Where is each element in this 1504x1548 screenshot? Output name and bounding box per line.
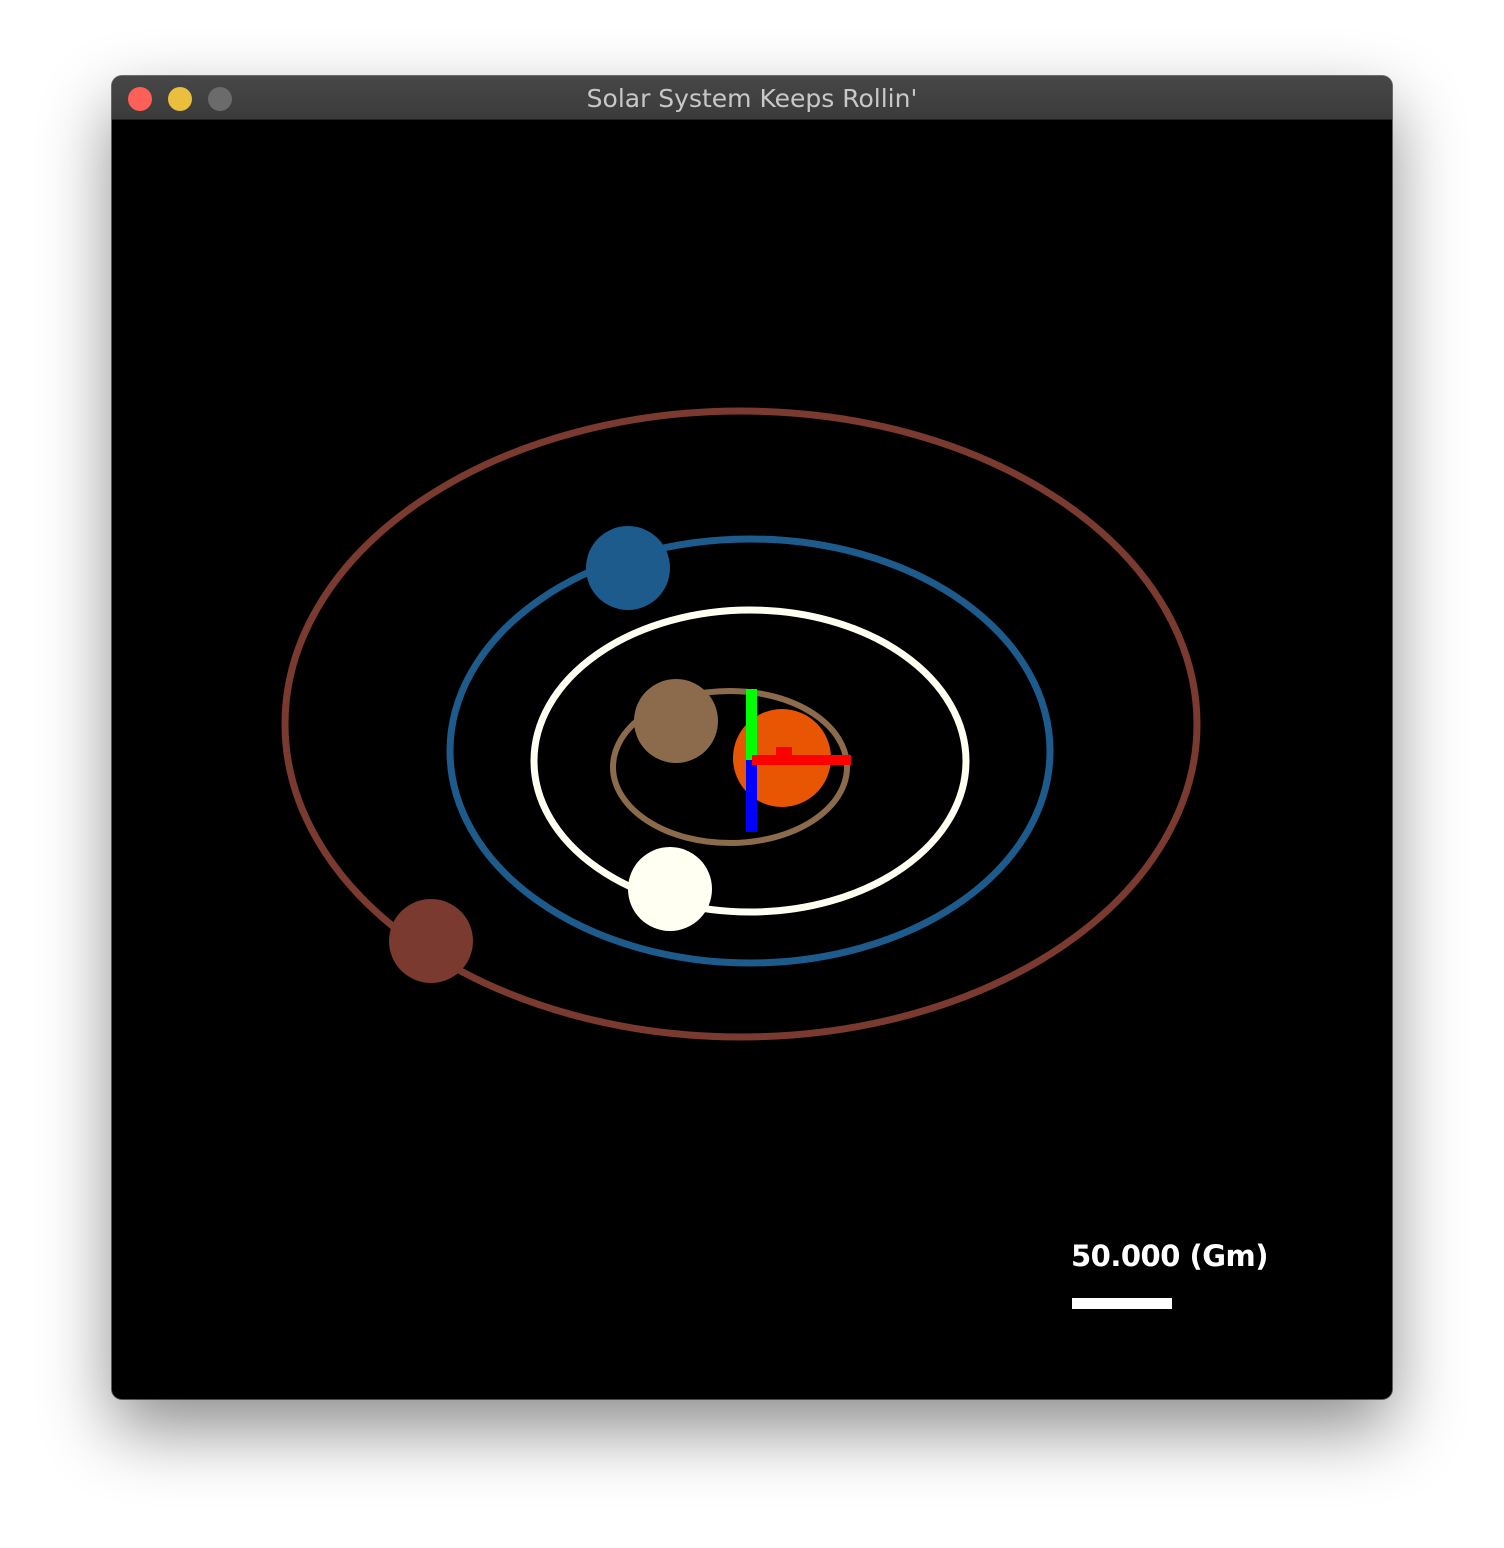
third-planet[interactable]: [586, 526, 670, 610]
solar-system-scene[interactable]: [112, 120, 1392, 1399]
x-axis-indicator: [752, 755, 851, 765]
scale-label: 50.000 (Gm): [1071, 1239, 1269, 1273]
title-bar[interactable]: Solar System Keeps Rollin': [112, 76, 1392, 120]
second-planet[interactable]: [628, 847, 712, 931]
z-axis-indicator: [746, 760, 757, 832]
simulation-viewport[interactable]: 50.000 (Gm): [112, 120, 1392, 1399]
app-window: Solar System Keeps Rollin' 50.000 (Gm): [112, 76, 1392, 1399]
window-title: Solar System Keeps Rollin': [586, 84, 918, 113]
x-axis-tick: [776, 747, 792, 757]
inner-planet[interactable]: [634, 679, 718, 763]
y-axis-indicator: [746, 689, 757, 761]
scale-bar: [1072, 1298, 1172, 1309]
outer-planet[interactable]: [389, 899, 473, 983]
